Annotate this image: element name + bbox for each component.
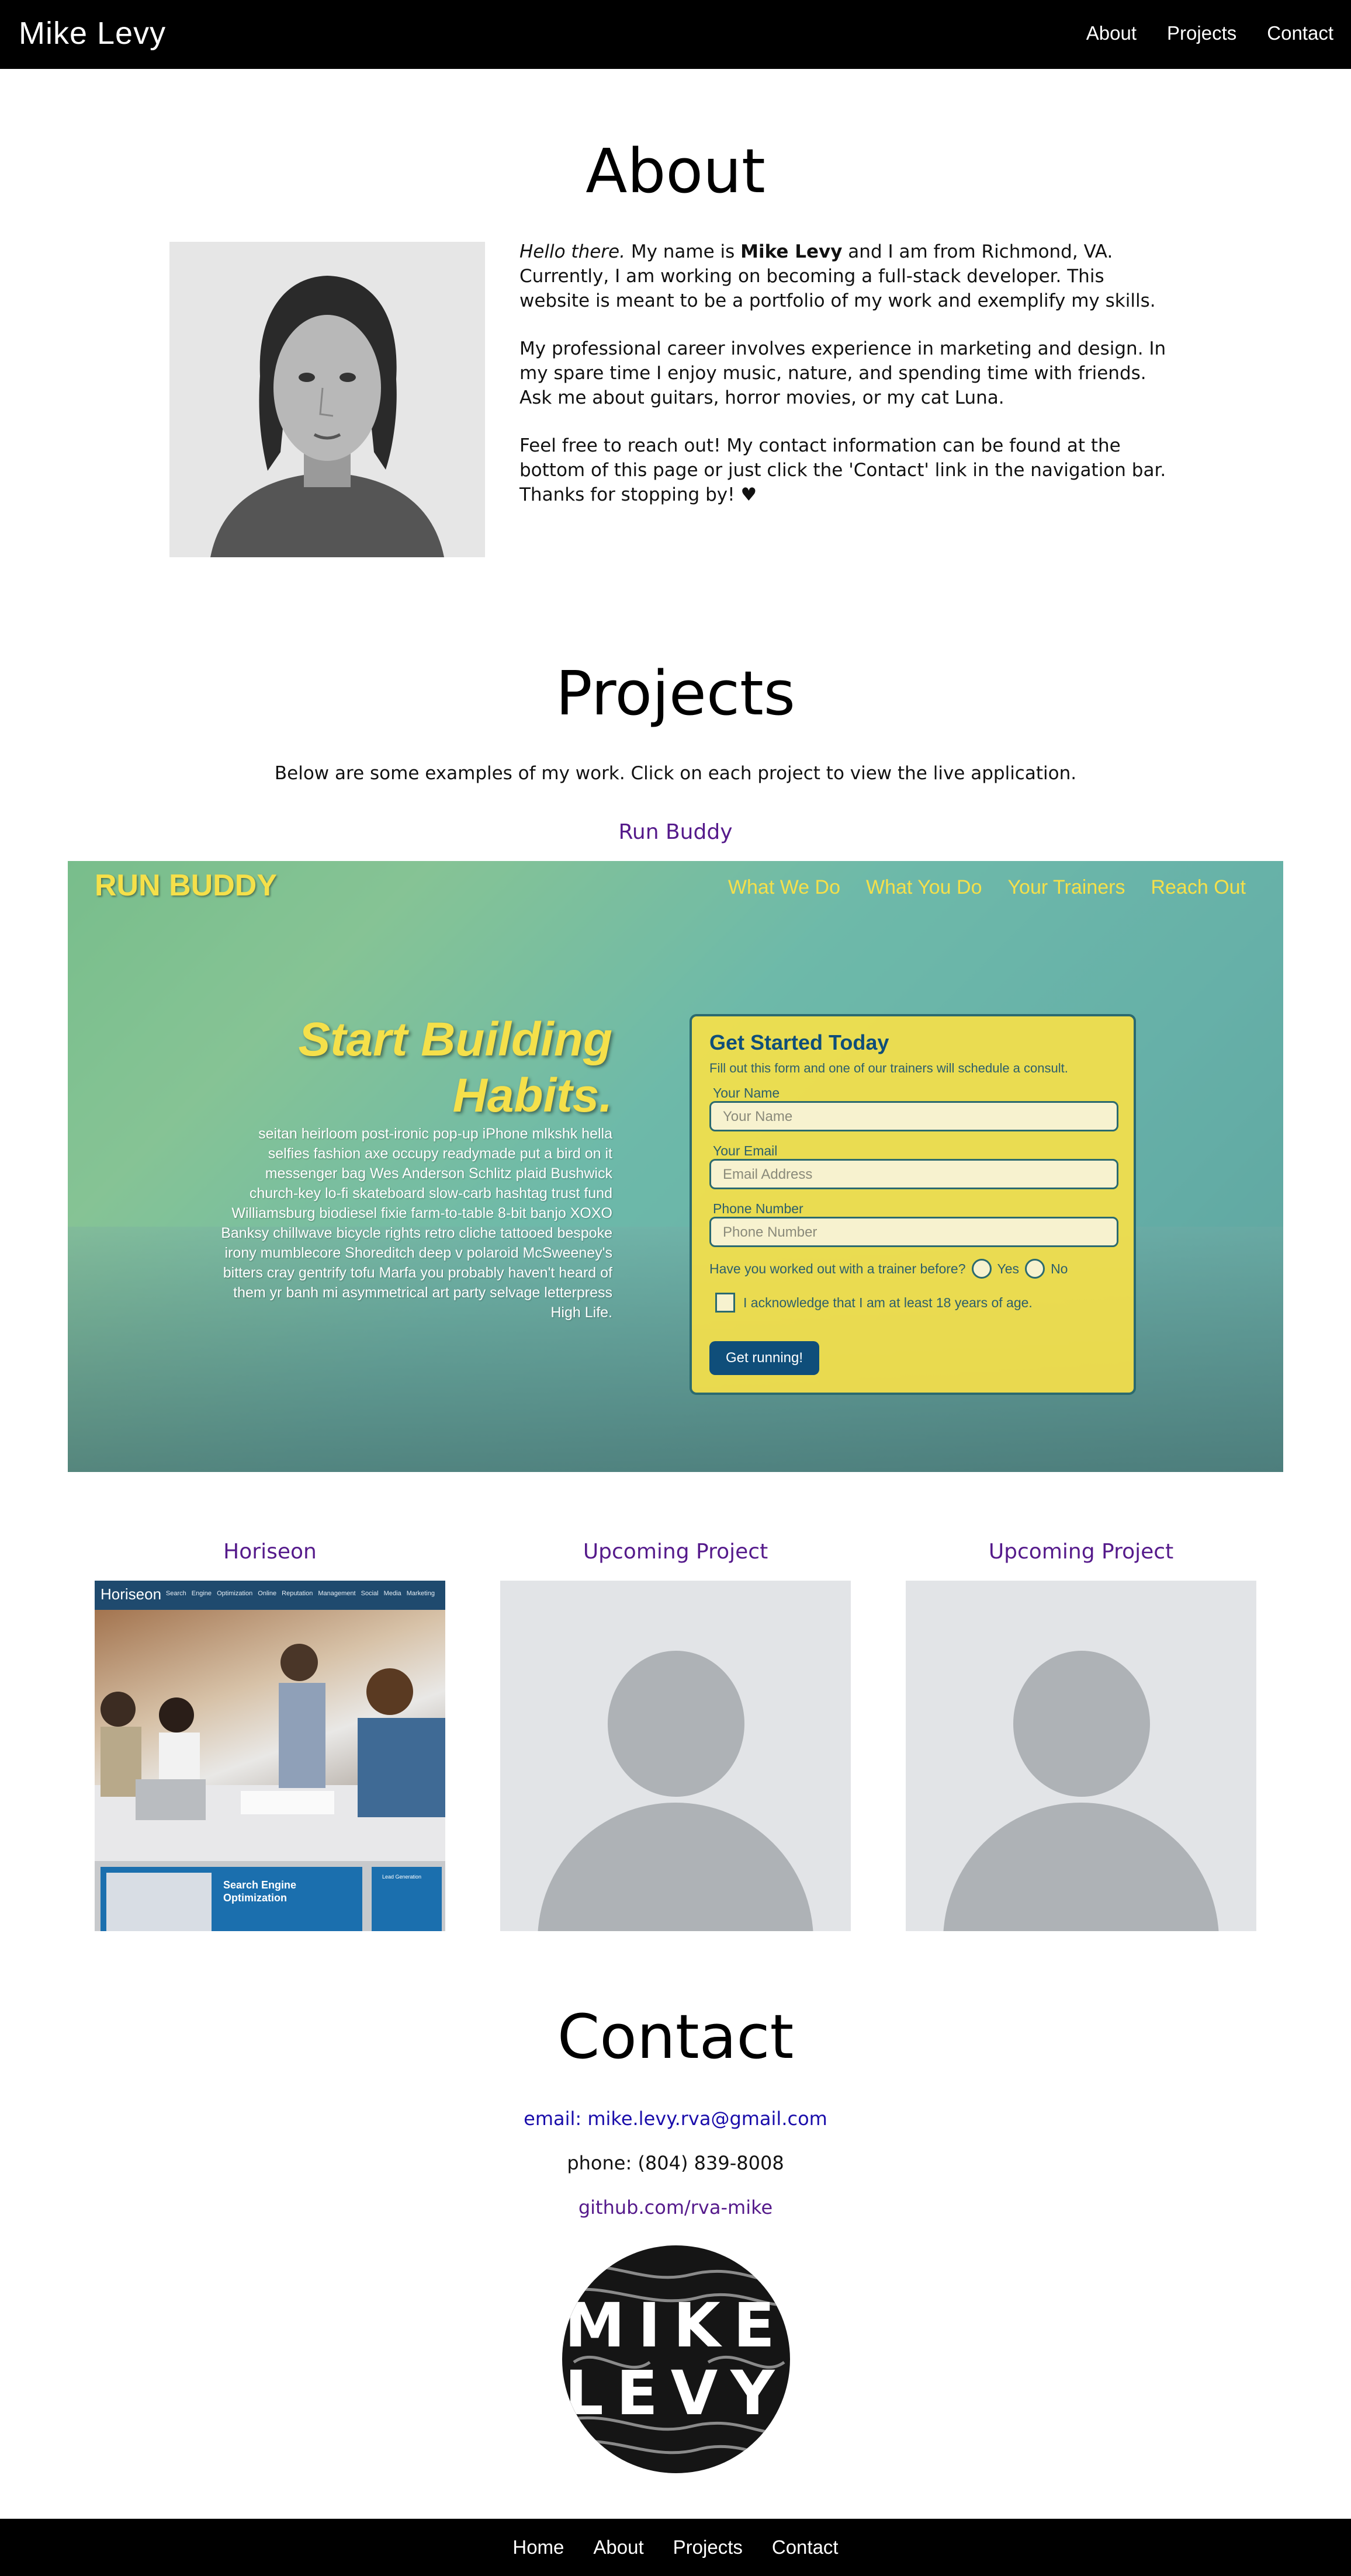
- site-footer: Home About Projects Contact: [0, 2519, 1351, 2576]
- horiseon-seo-card: Search Engine Optimization: [101, 1867, 362, 1931]
- profile-photo-image: [169, 242, 485, 557]
- run-buddy-radio-no-label: No: [1051, 1261, 1068, 1276]
- about-paragraph-3: Feel free to reach out! My contact infor…: [519, 435, 1166, 505]
- about-heading: About: [586, 136, 765, 207]
- contact-email-row: email: mike.levy.rva@gmail.com: [0, 2108, 1351, 2130]
- run-buddy-ack-row: I acknowledge that I am at least 18 year…: [715, 1293, 1116, 1313]
- placeholder-avatar-body-icon: [943, 1803, 1219, 1931]
- logo-word-levy: LEVY: [564, 2358, 788, 2429]
- run-buddy-radio-no: [1025, 1259, 1045, 1279]
- run-buddy-radio-yes: [971, 1259, 992, 1279]
- about-text: Hello there. My name is Mike Levy and I …: [519, 239, 1180, 530]
- nav-link-projects[interactable]: Projects: [1167, 22, 1236, 44]
- nav-link-about[interactable]: About: [1086, 22, 1137, 44]
- horiseon-seo-image: [106, 1873, 212, 1931]
- nav-link-contact[interactable]: Contact: [1267, 22, 1333, 44]
- placeholder-avatar-head-icon: [1013, 1651, 1150, 1797]
- run-buddy-ack-checkbox: [715, 1293, 735, 1313]
- horiseon-header: Horiseon Search Engine Optimization Onli…: [95, 1581, 445, 1610]
- run-buddy-form-subtitle: Fill out this form and one of our traine…: [709, 1061, 1068, 1075]
- run-buddy-name-label: Your Name: [713, 1085, 780, 1100]
- about-paragraph-1: Hello there. My name is Mike Levy and I …: [519, 239, 1180, 313]
- footer-link-home[interactable]: Home: [512, 2536, 564, 2558]
- run-buddy-nav-what-you-do: What You Do: [866, 876, 982, 898]
- run-buddy-nav-trainers: Your Trainers: [1007, 876, 1125, 898]
- run-buddy-logo: RUN BUDDY: [95, 869, 277, 902]
- about-name: Mike Levy: [740, 241, 843, 262]
- personal-logo: MIKE LEVY: [562, 2245, 790, 2473]
- site-header: Mike Levy About Projects Contact: [0, 0, 1351, 69]
- site-brand[interactable]: Mike Levy: [19, 15, 166, 51]
- projects-intro: Below are some examples of my work. Clic…: [274, 763, 1077, 784]
- run-buddy-ack-label: I acknowledge that I am at least 18 year…: [743, 1294, 1033, 1310]
- project-upcoming-1-preview[interactable]: [500, 1581, 851, 1931]
- project-horiseon-preview[interactable]: Horiseon Search Engine Optimization Onli…: [95, 1581, 445, 1931]
- run-buddy-nav-reach-out: Reach Out: [1151, 876, 1246, 898]
- project-title-horiseon[interactable]: Horiseon: [95, 1540, 445, 1564]
- top-nav: About Projects Contact: [1086, 22, 1333, 44]
- run-buddy-submit-button: Get running!: [709, 1341, 819, 1375]
- run-buddy-hero: Start Building Habits.: [298, 1012, 612, 1124]
- projects-heading: Projects: [555, 658, 795, 729]
- run-buddy-phone-input: Phone Number: [709, 1217, 1118, 1247]
- horiseon-logo: Horiseon: [101, 1585, 162, 1603]
- profile-photo: [169, 242, 485, 557]
- footer-link-contact[interactable]: Contact: [772, 2536, 839, 2558]
- run-buddy-hero-line-2: Habits.: [452, 1069, 612, 1122]
- project-title-upcoming-1[interactable]: Upcoming Project: [500, 1540, 851, 1564]
- placeholder-avatar-body-icon: [538, 1803, 813, 1931]
- horiseon-seo-title: Search Engine Optimization: [223, 1879, 297, 1904]
- about-intro-1: My name is: [625, 241, 741, 262]
- run-buddy-hero-line-1: Start Building: [298, 1013, 612, 1066]
- contact-email-link[interactable]: email: mike.levy.rva@gmail.com: [524, 2108, 827, 2130]
- about-greeting: Hello there.: [519, 241, 625, 262]
- run-buddy-body-text: seitan heirloom post-ironic pop-up iPhon…: [221, 1126, 612, 1321]
- project-title-run-buddy[interactable]: Run Buddy: [0, 820, 1351, 844]
- run-buddy-trainer-question-row: Have you worked out with a trainer befor…: [709, 1259, 1116, 1279]
- contact-phone: phone: (804) 839-8008: [567, 2152, 784, 2174]
- about-paragraph-2: My professional career involves experien…: [519, 338, 1166, 408]
- horiseon-lead-card: Lead Generation: [372, 1867, 442, 1931]
- run-buddy-nav-what-we-do: What We Do: [728, 876, 841, 898]
- run-buddy-radio-yes-label: Yes: [997, 1261, 1020, 1276]
- footer-link-about[interactable]: About: [593, 2536, 643, 2558]
- horiseon-lead-title: Lead Generation: [382, 1874, 422, 1880]
- project-run-buddy-preview[interactable]: RUN BUDDY What We Do What You Do Your Tr…: [68, 861, 1283, 1472]
- footer-link-projects[interactable]: Projects: [673, 2536, 743, 2558]
- footer-nav: Home About Projects Contact: [0, 2536, 1351, 2558]
- run-buddy-trainer-question: Have you worked out with a trainer befor…: [709, 1261, 966, 1276]
- run-buddy-phone-label: Phone Number: [713, 1201, 803, 1216]
- contact-github-row: github.com/rva-mike: [0, 2196, 1351, 2219]
- run-buddy-signup-form: Get Started Today Fill out this form and…: [690, 1014, 1136, 1395]
- contact-github-link[interactable]: github.com/rva-mike: [578, 2196, 773, 2219]
- horiseon-hero-image: [95, 1610, 445, 1861]
- project-upcoming-2-preview[interactable]: [906, 1581, 1256, 1931]
- contact-heading: Contact: [557, 2001, 794, 2072]
- horiseon-hero-illustration: [95, 1644, 445, 1861]
- logo-word-mike: MIKE: [564, 2290, 788, 2361]
- run-buddy-form-title: Get Started Today: [709, 1030, 889, 1054]
- run-buddy-email-label: Your Email: [713, 1143, 778, 1158]
- run-buddy-email-input: Email Address: [709, 1159, 1118, 1189]
- placeholder-avatar-head-icon: [608, 1651, 744, 1797]
- run-buddy-name-input: Your Name: [709, 1101, 1118, 1131]
- horiseon-lower-section: Search Engine Optimization Lead Generati…: [95, 1861, 445, 1931]
- run-buddy-nav: What We Do What You Do Your Trainers Rea…: [728, 876, 1246, 899]
- project-title-upcoming-2[interactable]: Upcoming Project: [906, 1540, 1256, 1564]
- horiseon-nav: Search Engine Optimization Online Reputa…: [165, 1590, 435, 1597]
